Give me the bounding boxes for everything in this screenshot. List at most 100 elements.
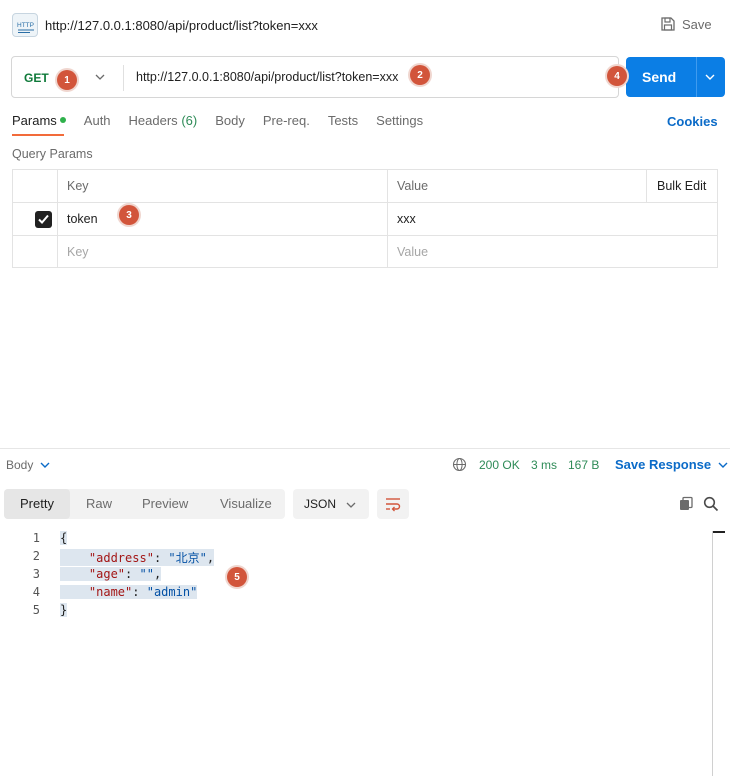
param-key[interactable]: token [58, 203, 388, 235]
divider [696, 57, 697, 97]
bulk-edit-button[interactable]: Bulk Edit [648, 170, 718, 202]
json-separator: : [153, 551, 169, 565]
json-value: "北京" [168, 551, 207, 565]
status-code[interactable]: 200 OK [479, 458, 520, 472]
search-icon[interactable] [703, 496, 719, 515]
table-row: token xxx [13, 203, 717, 236]
response-time[interactable]: 3 ms [531, 458, 557, 472]
tab-tests[interactable]: Tests [328, 113, 358, 133]
param-checkbox[interactable] [35, 211, 52, 228]
chevron-down-icon[interactable] [94, 71, 106, 86]
wrap-lines-button[interactable] [377, 489, 409, 519]
chevron-down-icon [40, 462, 50, 468]
response-body-dropdown[interactable]: Body [6, 458, 51, 472]
response-size[interactable]: 167 B [568, 458, 599, 472]
step-badge-2: 2 [410, 65, 430, 85]
format-select[interactable]: JSON [293, 489, 369, 519]
send-label: Send [642, 69, 677, 85]
code-token: } [60, 603, 68, 617]
json-key: "name" [88, 585, 133, 599]
code-line: 2 "address": "北京", [0, 549, 712, 567]
step-badge-1: 1 [57, 70, 77, 90]
json-key: "address" [88, 551, 154, 565]
title-bar: HTTP http://127.0.0.1:8080/api/product/l… [0, 0, 730, 50]
svg-text:HTTP: HTTP [17, 22, 34, 29]
tab-label: Params [12, 113, 57, 128]
json-value: "admin" [146, 585, 198, 599]
save-icon [661, 17, 675, 31]
column-divider [646, 170, 647, 203]
save-response-button[interactable]: Save Response [615, 457, 729, 472]
code-line: 3 "age": "", [0, 567, 712, 585]
chevron-down-icon [718, 462, 728, 468]
json-key: "age" [88, 567, 126, 581]
json-value: "" [139, 567, 154, 581]
json-comma: , [206, 551, 215, 565]
code-line: 4 "name": "admin" [0, 585, 712, 603]
send-button[interactable]: Send [626, 57, 725, 97]
save-response-label: Save Response [615, 457, 712, 472]
column-header-value: Value [397, 179, 429, 193]
chevron-down-icon[interactable] [704, 71, 716, 86]
request-tabs: Params Auth Headers (6) Body Pre-req. Te… [12, 113, 441, 133]
request-bar: GET http://127.0.0.1:8080/api/product/li… [11, 56, 619, 98]
active-tab-indicator [12, 134, 64, 136]
vertical-scrollbar[interactable] [712, 531, 713, 776]
copy-icon[interactable] [678, 496, 694, 515]
method-select[interactable]: GET [24, 71, 49, 85]
code-text: "age": "", [60, 567, 162, 581]
code-token: { [60, 531, 68, 545]
view-pretty[interactable]: Pretty [20, 496, 54, 511]
tab-headers[interactable]: Headers (6) [129, 113, 198, 133]
response-body-label: Body [6, 458, 34, 472]
param-value[interactable]: xxx [388, 203, 718, 235]
view-mode-selector: Pretty Raw Preview Visualize [4, 489, 285, 519]
code-text: { [60, 531, 68, 545]
tab-params[interactable]: Params [12, 113, 66, 133]
json-comma: , [153, 567, 162, 581]
tab-label: Headers [128, 113, 178, 128]
wrap-icon [386, 498, 401, 512]
tab-auth[interactable]: Auth [84, 113, 111, 133]
new-key-field[interactable]: Key [58, 236, 388, 268]
chevron-down-icon [346, 502, 356, 508]
headers-count: (6) [181, 113, 198, 128]
column-header-key: Key [67, 179, 89, 193]
query-params-title: Query Params [12, 147, 93, 161]
new-value-field[interactable]: Value [388, 236, 718, 268]
code-text: "address": "北京", [60, 549, 215, 566]
request-title[interactable]: http://127.0.0.1:8080/api/product/list?t… [45, 18, 318, 33]
code-text: } [60, 603, 68, 617]
view-visualize[interactable]: Visualize [220, 496, 272, 511]
response-divider[interactable] [0, 448, 730, 449]
table-row-empty: Key Value [13, 236, 717, 269]
step-badge-4: 4 [607, 66, 627, 86]
line-number: 4 [32, 585, 40, 599]
globe-icon[interactable] [452, 457, 467, 475]
tab-pre-request[interactable]: Pre-req. [263, 113, 310, 133]
tab-settings[interactable]: Settings [376, 113, 423, 133]
column-divider [387, 170, 388, 267]
query-params-table: Key Value Bulk Edit token xxx Key Value [12, 169, 718, 268]
save-label: Save [682, 16, 712, 32]
json-separator: : [125, 567, 140, 581]
cookies-link[interactable]: Cookies [667, 114, 718, 129]
save-button[interactable]: Save [660, 16, 712, 32]
line-number: 5 [32, 603, 40, 617]
view-preview[interactable]: Preview [142, 496, 188, 511]
format-label: JSON [304, 497, 337, 511]
scrollbar-thumb[interactable] [713, 531, 725, 533]
json-separator: : [132, 585, 147, 599]
url-input[interactable]: http://127.0.0.1:8080/api/product/list?t… [136, 70, 516, 84]
code-text: "name": "admin" [60, 585, 198, 599]
column-divider [57, 170, 58, 267]
tab-body[interactable]: Body [215, 113, 245, 133]
line-number: 2 [32, 549, 40, 563]
http-icon: HTTP [12, 13, 38, 37]
table-header-row: Key Value Bulk Edit [13, 170, 717, 203]
line-number: 1 [32, 531, 40, 545]
view-raw[interactable]: Raw [86, 496, 112, 511]
params-active-dot [59, 117, 66, 123]
code-line: 5 } [0, 603, 712, 621]
line-number: 3 [32, 567, 40, 581]
